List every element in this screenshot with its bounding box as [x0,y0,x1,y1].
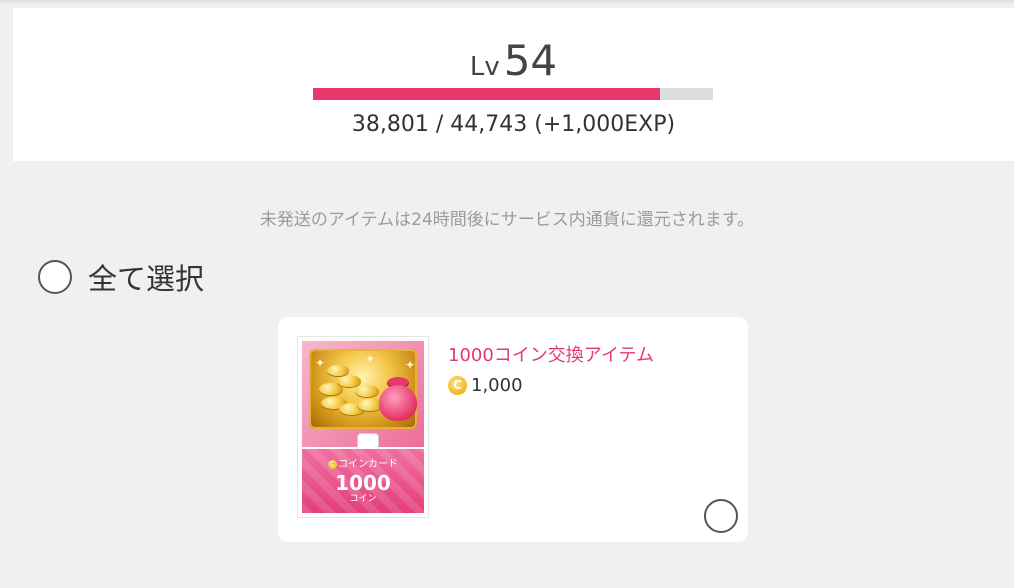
coin-image [327,365,349,376]
sparkle-icon: ✦ [315,356,326,370]
coin-image [337,375,361,387]
level-display: Lv54 [13,40,1014,82]
coin-card-label: C コインカード 1000 コイン [302,449,424,513]
treasure-box-image: ✦ ✦ ✦ [309,349,417,429]
coin-bag-image [379,385,417,421]
select-all-radio[interactable] [38,260,72,294]
card-type: C コインカード [302,455,424,470]
card-amount: 1000 [335,471,391,495]
top-shadow [0,0,1014,4]
coin-icon: C [328,459,337,469]
item-thumbnail: ✦ ✦ ✦ C コインカード 1000 コイン [298,337,428,517]
sparkle-icon: ✦ [405,358,416,372]
item-card[interactable]: ✦ ✦ ✦ C コインカード 1000 コイン 1000コイン交換アイテム C 1… [278,317,748,542]
coin-card-illustration: ✦ ✦ ✦ [302,341,424,451]
level-panel: Lv54 38,801 / 44,743 (+1,000EXP) [13,8,1014,161]
level-prefix: Lv [469,52,500,82]
price-value: 1,000 [471,375,523,396]
card-type-label: コインカード [338,459,398,470]
card-unit: コイン [349,494,377,504]
item-price: C 1,000 [448,375,523,396]
exp-progress-fill [313,88,660,100]
exp-progress-bar [313,88,713,100]
item-select-radio[interactable] [704,499,738,533]
level-value: 54 [503,36,558,85]
sparkle-icon: ✦ [365,352,376,366]
coin-icon: C [448,376,467,395]
notice-text: 未発送のアイテムは24時間後にサービス内通貨に還元されます。 [259,210,755,230]
item-name: 1000コイン交換アイテム [448,345,655,366]
select-all-toggle[interactable]: 全て選択 [38,258,204,296]
coin-image [355,385,379,397]
exp-text: 38,801 / 44,743 (+1,000EXP) [351,112,676,137]
select-all-label: 全て選択 [88,262,205,296]
